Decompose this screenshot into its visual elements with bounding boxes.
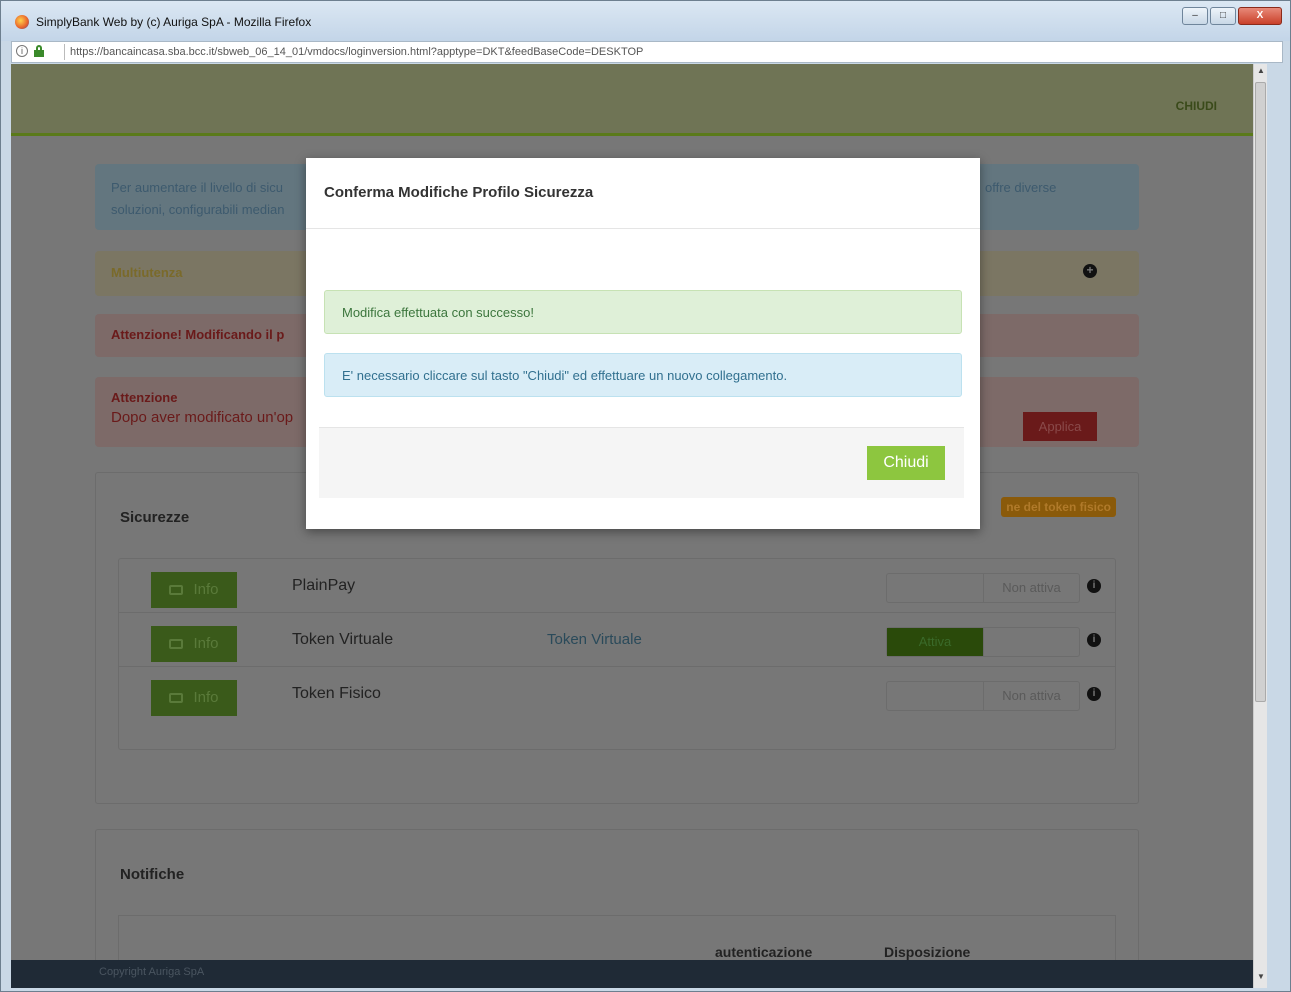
security-row-plainpay: Info PlainPay Non attiva i xyxy=(119,559,1115,613)
page-footer: Copyright Auriga SpA xyxy=(11,960,1267,988)
row-label: Token Fisico xyxy=(292,685,381,702)
minimize-button[interactable]: – xyxy=(1182,7,1208,25)
app-header: CHIUDI xyxy=(11,64,1267,136)
info-icon[interactable]: i xyxy=(16,45,28,57)
security-methods-list: Info PlainPay Non attiva i Info Token Vi… xyxy=(118,558,1116,750)
security-row-token-virtuale: Info Token Virtuale Token Virtuale Attiv… xyxy=(119,613,1115,667)
close-window-button[interactable]: X xyxy=(1238,7,1282,25)
confirm-modal: Conferma Modifiche Profilo Sicurezza Mod… xyxy=(306,158,980,529)
row-label: PlainPay xyxy=(292,577,356,594)
modal-title: Conferma Modifiche Profilo Sicurezza xyxy=(324,184,594,201)
info-circle-icon[interactable]: i xyxy=(1087,633,1101,647)
url-text[interactable]: https://bancaincasa.sba.bcc.it/sbweb_06_… xyxy=(70,46,643,58)
scroll-up-icon[interactable]: ▲ xyxy=(1254,66,1267,80)
token-fisico-toggle[interactable]: Non attiva xyxy=(886,681,1080,711)
security-row-token-fisico: Info Token Fisico Non attiva i xyxy=(119,667,1115,721)
copyright-text: Copyright Auriga SpA xyxy=(99,966,205,978)
scrollbar-thumb[interactable] xyxy=(1255,82,1266,702)
header-close-link[interactable]: CHIUDI xyxy=(1176,99,1217,113)
page-content: CHIUDI Per aumentare il livello di sicu o… xyxy=(11,64,1267,988)
row-label: Token Virtuale xyxy=(292,631,394,648)
chiudi-button[interactable]: Chiudi xyxy=(867,446,945,480)
info-text-line1: Per aumentare il livello di sicu xyxy=(111,180,283,195)
token-virtuale-toggle[interactable]: Attiva xyxy=(886,627,1080,657)
info-alert: E' necessario cliccare sul tasto "Chiudi… xyxy=(324,353,962,397)
url-separator xyxy=(64,44,65,60)
multiutenza-label: Multiutenza xyxy=(111,265,183,280)
column-header-disposizione: Disposizione xyxy=(884,944,971,960)
notifiche-title: Notifiche xyxy=(120,866,185,883)
sicurezze-title: Sicurezze xyxy=(120,509,190,526)
address-bar[interactable]: i https://bancaincasa.sba.bcc.it/sbweb_0… xyxy=(11,41,1283,63)
qr-icon xyxy=(169,585,184,596)
token-icon xyxy=(169,639,184,650)
info-circle-icon[interactable]: i xyxy=(1087,687,1101,701)
token-fisico-badge[interactable]: ne del token fisico xyxy=(1001,497,1116,517)
title-bar: SimplyBank Web by (c) Auriga SpA - Mozil… xyxy=(1,1,1290,41)
lock-icon[interactable] xyxy=(34,45,44,57)
modal-divider xyxy=(306,228,980,229)
apply-button[interactable]: Applica xyxy=(1023,412,1097,441)
maximize-button[interactable]: □ xyxy=(1210,7,1236,25)
token-virtuale-link[interactable]: Token Virtuale xyxy=(547,631,642,648)
plus-circle-icon[interactable]: + xyxy=(1083,264,1097,278)
plainpay-info-button[interactable]: Info xyxy=(151,572,237,608)
vertical-scrollbar[interactable]: ▲ ▼ xyxy=(1253,64,1267,988)
token-virtuale-info-button[interactable]: Info xyxy=(151,626,237,662)
info-circle-icon[interactable]: i xyxy=(1087,579,1101,593)
modal-footer: Chiudi xyxy=(319,427,964,498)
window-controls: – □ X xyxy=(1182,7,1282,25)
info-text-right: offre diverse xyxy=(985,180,1057,195)
window-title: SimplyBank Web by (c) Auriga SpA - Mozil… xyxy=(36,15,312,29)
scroll-down-icon[interactable]: ▼ xyxy=(1254,972,1267,986)
plainpay-toggle[interactable]: Non attiva xyxy=(886,573,1080,603)
firefox-icon xyxy=(15,15,29,29)
warning-text: Attenzione! Modificando il p xyxy=(111,327,285,342)
token-icon xyxy=(169,693,184,704)
browser-window: SimplyBank Web by (c) Auriga SpA - Mozil… xyxy=(0,0,1291,992)
success-alert: Modifica effettuata con successo! xyxy=(324,290,962,334)
column-header-autenticazione: autenticazione xyxy=(715,944,813,960)
token-fisico-info-button[interactable]: Info xyxy=(151,680,237,716)
